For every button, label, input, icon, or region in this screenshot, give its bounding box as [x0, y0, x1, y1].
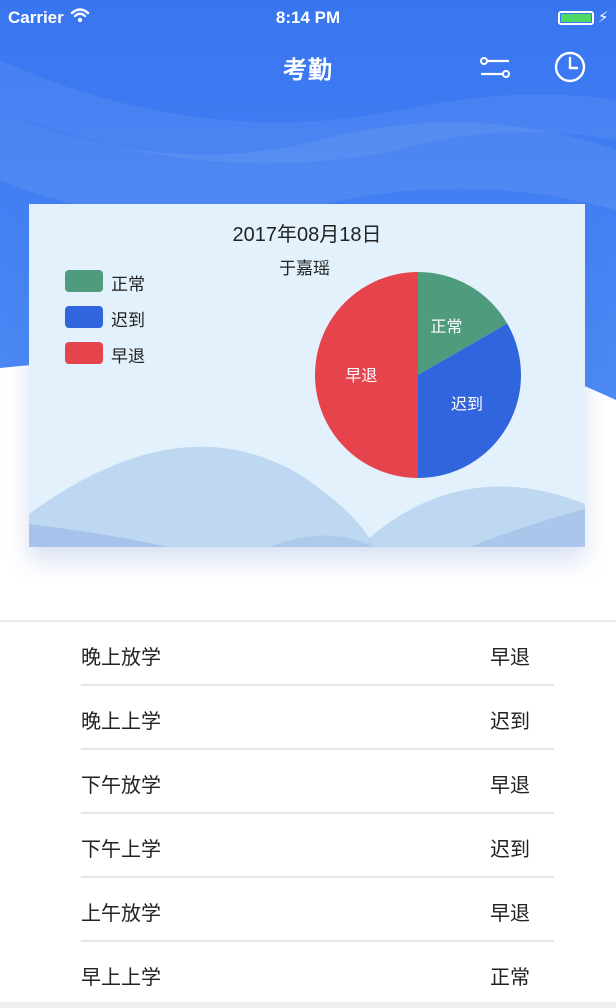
list-item[interactable]: 晚上上学 迟到 — [81, 686, 554, 750]
record-status: 正常 — [490, 967, 530, 989]
nav-bar: 考勤 — [0, 36, 616, 96]
pie-slice-label: 早退 — [345, 367, 377, 385]
record-label: 晚上放学 — [81, 647, 161, 669]
pie-slice-label: 迟到 — [451, 395, 483, 413]
status-bar: Carrier 8:14 PM ⚡ — [0, 0, 616, 36]
attendance-pie-chart: 正常迟到 早退 — [315, 272, 521, 478]
record-label: 晚上上学 — [81, 711, 161, 733]
filter-icon[interactable] — [478, 50, 512, 84]
record-label: 早上上学 — [81, 967, 161, 989]
attendance-card: 2017年08月18日 于嘉瑶 正常 迟到 早退 正常 迟到 早退 — [29, 204, 585, 547]
record-status: 迟到 — [490, 839, 530, 861]
list-item[interactable]: 下午上学 迟到 — [81, 814, 554, 878]
list-item[interactable]: 上午放学 早退 — [81, 878, 554, 942]
attendance-record-list: 晚上放学 早退 晚上上学 迟到 下午放学 早退 下午上学 迟到 上午放学 早退 早上上学 正常 — [0, 620, 616, 1006]
record-label: 下午上学 — [81, 839, 161, 861]
charging-icon: ⚡ — [598, 9, 609, 26]
record-status: 早退 — [490, 903, 530, 925]
status-time: 8:14 PM — [275, 8, 341, 27]
clock-icon[interactable] — [553, 50, 587, 84]
list-item[interactable]: 早上上学 正常 — [81, 942, 554, 1006]
list-item[interactable]: 下午放学 早退 — [81, 750, 554, 814]
record-status: 早退 — [490, 647, 530, 669]
record-status: 迟到 — [490, 711, 530, 733]
record-label: 下午放学 — [81, 775, 161, 797]
pie-slice-label: 正常 — [430, 318, 462, 336]
record-label: 上午放学 — [81, 903, 161, 925]
record-status: 早退 — [490, 775, 530, 797]
list-item[interactable]: 晚上放学 早退 — [81, 622, 554, 686]
battery-level — [561, 14, 591, 22]
bottom-divider — [0, 1002, 616, 1008]
page-title: 考勤 — [283, 57, 333, 84]
battery-icon — [558, 11, 594, 25]
